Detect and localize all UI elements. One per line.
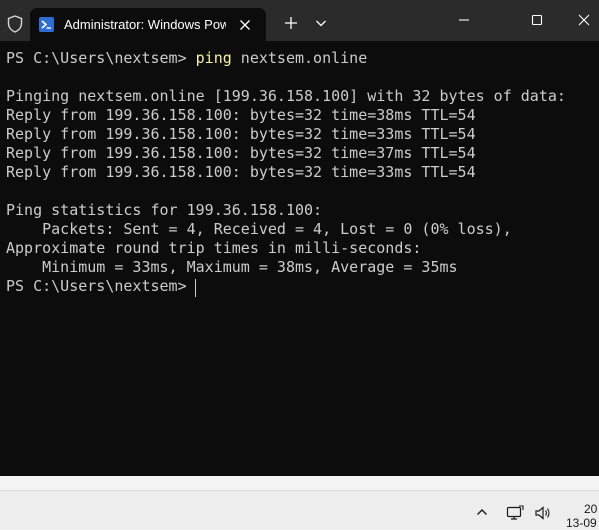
text-cursor (195, 279, 196, 297)
prompt-line: PS C:\Users\nextsem> (6, 277, 196, 295)
output-line: Minimum = 33ms, Maximum = 38ms, Average … (6, 258, 458, 276)
close-tab-icon[interactable] (234, 15, 256, 35)
new-tab-icon[interactable] (279, 12, 303, 34)
terminal-window: Administrator: Windows PowerShell PS C:\… (0, 0, 599, 476)
clock-time[interactable]: 20 (584, 502, 597, 516)
maximize-icon[interactable] (522, 7, 552, 33)
output-line: Reply from 199.36.158.100: bytes=32 time… (6, 163, 476, 181)
chevron-up-icon[interactable] (475, 505, 489, 519)
title-bar[interactable]: Administrator: Windows PowerShell (0, 0, 599, 41)
output-line: Reply from 199.36.158.100: bytes=32 time… (6, 125, 476, 143)
command-args: nextsem.online (231, 49, 368, 67)
output-line: Pinging nextsem.online [199.36.158.100] … (6, 87, 566, 105)
output-line: Approximate round trip times in milli-se… (6, 239, 422, 257)
terminal-output[interactable]: PS C:\Users\nextsem> ping nextsem.online… (0, 41, 599, 476)
powershell-icon (39, 17, 54, 32)
tab-title: Administrator: Windows PowerShell (64, 17, 226, 32)
output-line: Packets: Sent = 4, Received = 4, Lost = … (6, 220, 512, 238)
output-line: Reply from 199.36.158.100: bytes=32 time… (6, 144, 476, 162)
output-line: Reply from 199.36.158.100: bytes=32 time… (6, 106, 476, 124)
taskbar: 20 13-09 (0, 490, 599, 530)
prompt: PS C:\Users\nextsem> (6, 49, 196, 67)
chevron-down-icon[interactable] (311, 12, 331, 34)
volume-icon[interactable] (534, 505, 552, 521)
close-window-icon[interactable] (569, 7, 599, 33)
command-line: PS C:\Users\nextsem> ping nextsem.online (6, 49, 367, 68)
shield-icon (7, 15, 23, 33)
output-line: Ping statistics for 199.36.158.100: (6, 201, 323, 219)
network-icon[interactable] (506, 505, 524, 521)
minimize-icon[interactable] (449, 7, 479, 33)
command-name: ping (195, 49, 232, 67)
tab-powershell[interactable]: Administrator: Windows PowerShell (30, 8, 266, 41)
